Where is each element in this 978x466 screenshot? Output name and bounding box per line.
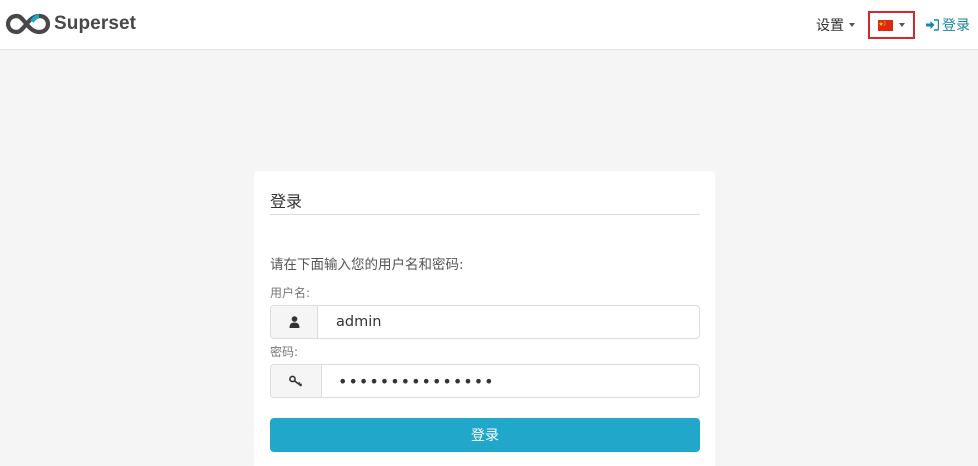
brand-name: Superset xyxy=(54,13,137,34)
china-flag-icon xyxy=(878,19,893,31)
brand-link[interactable]: Superset xyxy=(6,10,136,38)
settings-label: 设置 xyxy=(816,18,844,34)
language-selector[interactable] xyxy=(868,11,915,39)
login-link[interactable]: 登录 xyxy=(926,15,970,35)
login-label: 登录 xyxy=(942,18,970,34)
login-panel: 登录 请在下面输入您的用户名和密码: 用户名: 密码: 登录 xyxy=(254,171,715,466)
login-instructions: 请在下面输入您的用户名和密码: xyxy=(270,257,464,273)
superset-logo-icon xyxy=(6,13,50,35)
divider xyxy=(270,214,700,215)
top-navbar: Superset 设置 登录 xyxy=(0,0,978,50)
user-icon xyxy=(289,316,299,328)
caret-down-icon xyxy=(899,23,905,27)
password-addon xyxy=(271,365,322,397)
username-addon xyxy=(271,306,318,338)
username-field[interactable] xyxy=(318,306,699,338)
username-label: 用户名: xyxy=(270,286,311,300)
sign-in-icon xyxy=(926,19,939,31)
settings-menu[interactable]: 设置 xyxy=(816,15,855,35)
key-icon xyxy=(289,375,303,387)
password-input-group xyxy=(270,364,700,398)
panel-title: 登录 xyxy=(270,192,303,211)
username-input-group xyxy=(270,305,700,339)
caret-down-icon xyxy=(849,23,855,27)
password-field[interactable] xyxy=(322,365,699,397)
password-label: 密码: xyxy=(270,345,299,359)
login-submit-button[interactable]: 登录 xyxy=(270,418,700,452)
